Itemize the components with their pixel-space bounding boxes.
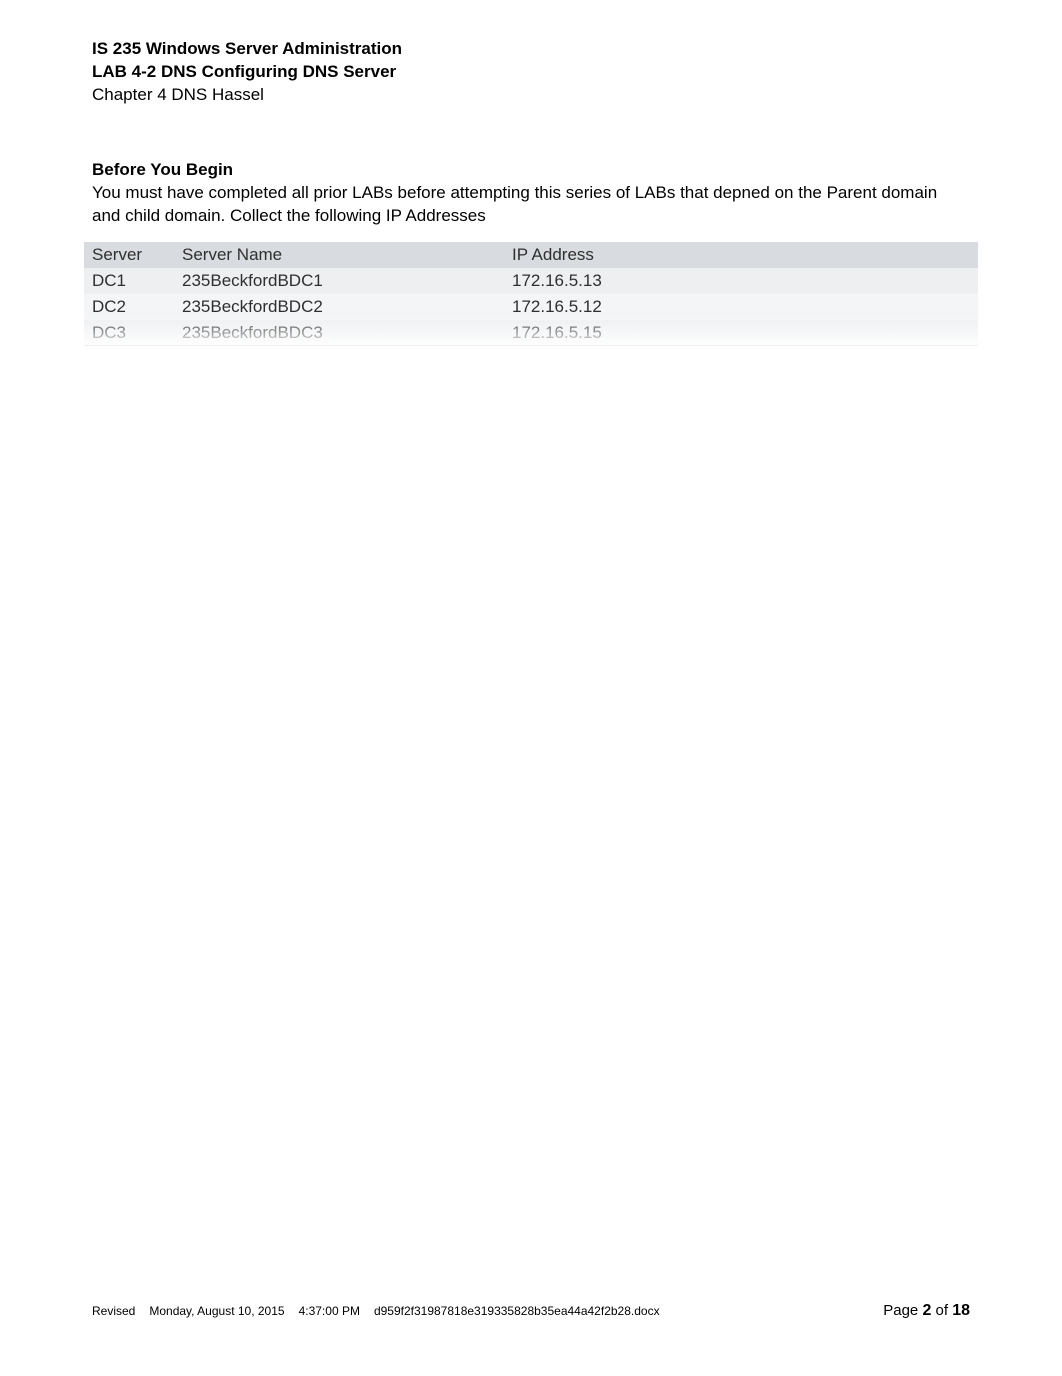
course-title: IS 235 Windows Server Administration (92, 38, 970, 61)
page-label-prefix: Page (883, 1302, 922, 1319)
cell-server: DC1 (84, 268, 174, 294)
cell-ip: 172.16.5.13 (504, 268, 978, 294)
page-of: of (931, 1302, 952, 1319)
section-heading: Before You Begin (92, 159, 970, 182)
revised-date: Monday, August 10, 2015 (149, 1304, 284, 1318)
cell-server: DC2 (84, 294, 174, 320)
col-header-ip: IP Address (504, 242, 978, 268)
cell-name: 235BeckfordBDC1 (174, 268, 504, 294)
revised-label: Revised (92, 1304, 135, 1318)
section-body: You must have completed all prior LABs b… (92, 182, 970, 228)
col-header-server: Server (84, 242, 174, 268)
table-row: DC2 235BeckfordBDC2 172.16.5.12 (84, 294, 978, 320)
page-indicator: Page 2 of 18 (883, 1302, 970, 1320)
chapter-title: Chapter 4 DNS Hassel (92, 84, 970, 107)
footer-left: Revised Monday, August 10, 2015 4:37:00 … (92, 1304, 660, 1318)
col-header-name: Server Name (174, 242, 504, 268)
table-row: DC3 235BeckfordBDC3 172.16.5.15 (84, 320, 978, 346)
cell-ip: 172.16.5.12 (504, 294, 978, 320)
cell-name: 235BeckfordBDC3 (174, 320, 504, 346)
cell-server: DC3 (84, 320, 174, 346)
filename: d959f2f31987818e319335828b35ea44a42f2b28… (374, 1304, 660, 1318)
table-row: DC1 235BeckfordBDC1 172.16.5.13 (84, 268, 978, 294)
lab-title: LAB 4-2 DNS Configuring DNS Server (92, 61, 970, 84)
cell-ip: 172.16.5.15 (504, 320, 978, 346)
page-footer: Revised Monday, August 10, 2015 4:37:00 … (0, 1302, 1062, 1320)
table-header-row: Server Server Name IP Address (84, 242, 978, 268)
page-total: 18 (952, 1302, 970, 1319)
server-table: Server Server Name IP Address DC1 235Bec… (84, 242, 978, 346)
revised-time: 4:37:00 PM (299, 1304, 360, 1318)
page-current: 2 (922, 1302, 931, 1319)
cell-name: 235BeckfordBDC2 (174, 294, 504, 320)
